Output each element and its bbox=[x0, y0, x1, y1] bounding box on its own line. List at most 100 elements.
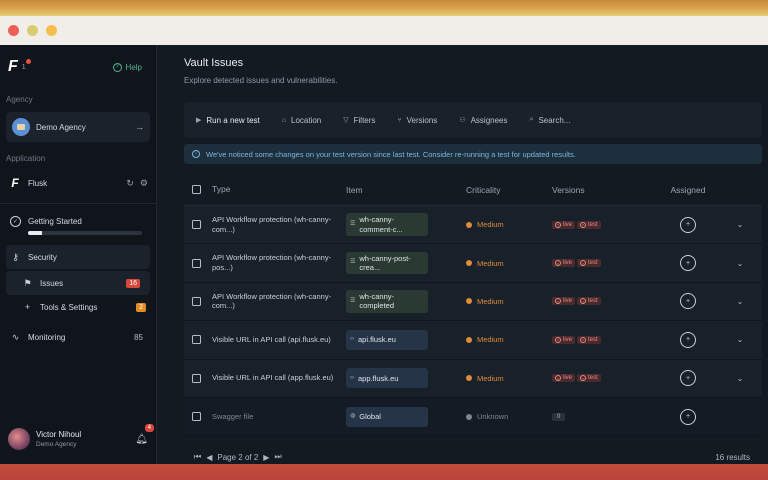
maximize-window-button[interactable] bbox=[27, 25, 38, 36]
getting-started[interactable]: ✓ Getting Started bbox=[0, 210, 156, 237]
info-icon: i bbox=[192, 150, 200, 158]
refresh-icon[interactable]: ↻ bbox=[126, 178, 134, 189]
first-page-icon[interactable]: ⏮ bbox=[194, 452, 201, 462]
table-header: Type Item Criticality Versions Assigned bbox=[184, 174, 762, 206]
location-label: Location bbox=[291, 115, 322, 125]
criticality-label: Medium bbox=[477, 373, 504, 383]
flusk-logo[interactable]: F 1 bbox=[8, 58, 35, 76]
table-row[interactable]: API Workflow protection (wh-canny-com...… bbox=[184, 206, 762, 245]
sidebar-item-security[interactable]: ⚷ Security bbox=[6, 245, 150, 269]
user-profile[interactable]: Victor Nihoul Demo Agency 🔔︎ 4 bbox=[0, 423, 156, 454]
x-circle-icon: × bbox=[580, 375, 587, 382]
version-tag-test: × test bbox=[577, 259, 601, 268]
notifications-button[interactable]: 🔔︎ 4 bbox=[135, 423, 154, 445]
row-checkbox[interactable] bbox=[191, 373, 201, 383]
app-name: Flusk bbox=[28, 178, 48, 188]
assign-user-button[interactable]: + bbox=[680, 255, 696, 272]
item-chip[interactable]: ◍ Global bbox=[346, 406, 428, 427]
avatar bbox=[8, 428, 30, 450]
assign-user-button[interactable]: + bbox=[680, 293, 696, 310]
version-tag-live: × live bbox=[552, 297, 576, 306]
criticality-label: Medium bbox=[477, 335, 504, 345]
assignees-filter[interactable]: ⚇ Assignees bbox=[459, 116, 507, 125]
run-test-button[interactable]: ▶ Run a new test bbox=[196, 116, 260, 125]
chevron-down-icon[interactable]: ⌄ bbox=[718, 335, 762, 344]
table-row[interactable]: Swagger file ◍ Global Unknown 0 + bbox=[184, 397, 762, 437]
help-button[interactable]: ? Help bbox=[112, 62, 142, 72]
filters-label: Filters bbox=[353, 115, 376, 125]
versions-filter[interactable]: ⑂ Versions bbox=[397, 116, 437, 125]
assign-user-button[interactable]: + bbox=[680, 331, 696, 348]
code-icon: ‹› bbox=[350, 374, 354, 381]
chevron-down-icon[interactable]: ⌄ bbox=[718, 220, 762, 229]
key-icon: ⚷ bbox=[12, 251, 19, 262]
x-circle-icon: × bbox=[580, 298, 587, 305]
criticality-badge: Medium bbox=[466, 297, 552, 306]
activity-icon: ∿ bbox=[11, 331, 20, 342]
row-checkbox[interactable] bbox=[191, 335, 201, 345]
bell-icon: 🔔︎ bbox=[135, 433, 148, 445]
item-chip[interactable]: ☰ wh-canny-completed bbox=[346, 290, 428, 313]
row-type: API Workflow protection (wh-canny-pos...… bbox=[212, 253, 332, 273]
filters-button[interactable]: ▽ Filters bbox=[343, 116, 375, 125]
getting-started-label: Getting Started bbox=[28, 217, 82, 226]
user-role: Demo Agency bbox=[36, 441, 77, 448]
agency-section-label: Agency bbox=[6, 95, 33, 104]
last-page-icon[interactable]: ⏭ bbox=[274, 452, 281, 462]
item-chip[interactable]: ☰ wh-canny-comment-c... bbox=[346, 213, 428, 237]
table-row[interactable]: API Workflow protection (wh-canny-pos...… bbox=[184, 244, 762, 283]
plus-icon: + bbox=[24, 302, 31, 312]
tools-label: Tools & Settings bbox=[40, 302, 98, 312]
chevron-down-icon[interactable]: ⌄ bbox=[718, 297, 762, 306]
sidebar-item-issues[interactable]: ⚑ Issues 16 bbox=[6, 271, 150, 295]
table-row[interactable]: Visible URL in API call (api.flusk.eu) ‹… bbox=[184, 321, 762, 360]
table-row[interactable]: Visible URL in API call (app.flusk.eu) ‹… bbox=[184, 359, 762, 398]
item-chip[interactable]: ☰ wh-canny-post-crea... bbox=[346, 251, 428, 275]
chevron-down-icon[interactable]: ⌄ bbox=[718, 259, 762, 268]
version-tag-test: × test bbox=[577, 220, 601, 229]
page-label: Page 2 of 2 bbox=[217, 452, 259, 462]
header-criticality[interactable]: Criticality bbox=[466, 185, 552, 195]
row-checkbox[interactable] bbox=[191, 258, 201, 268]
row-checkbox[interactable] bbox=[191, 412, 201, 422]
location-filter[interactable]: ⌂ Location bbox=[282, 116, 321, 125]
app-selector[interactable]: F Flusk ↻ ⚙ bbox=[6, 169, 150, 197]
notice-banner: i We've noticed some changes on your tes… bbox=[184, 144, 762, 164]
next-page-icon[interactable]: ▶ bbox=[263, 453, 269, 462]
sidebar-item-tools[interactable]: + Tools & Settings 2 bbox=[0, 295, 156, 319]
header-assigned[interactable]: Assigned bbox=[658, 185, 718, 195]
agency-selector[interactable]: Demo Agency → bbox=[6, 112, 150, 142]
minimize-window-button[interactable] bbox=[46, 25, 57, 36]
criticality-badge: Medium bbox=[466, 335, 552, 344]
x-circle-icon: × bbox=[555, 221, 561, 228]
row-type: Visible URL in API call (api.flusk.eu) bbox=[212, 334, 331, 344]
sidebar-item-monitoring[interactable]: ∿ Monitoring 85 bbox=[0, 325, 156, 349]
row-type: API Workflow protection (wh-canny-com...… bbox=[212, 214, 332, 234]
item-label: wh-canny-post-crea... bbox=[359, 253, 411, 273]
table-row[interactable]: API Workflow protection (wh-canny-com...… bbox=[184, 282, 762, 322]
gear-icon[interactable]: ⚙ bbox=[140, 178, 148, 189]
version-tag-zero: 0 bbox=[552, 412, 566, 421]
row-checkbox[interactable] bbox=[191, 220, 201, 230]
issues-count-badge: 16 bbox=[126, 278, 140, 288]
criticality-label: Medium bbox=[477, 220, 504, 230]
assign-user-button[interactable]: + bbox=[680, 408, 696, 425]
getting-started-progress bbox=[28, 231, 142, 235]
header-item[interactable]: Item bbox=[346, 185, 466, 195]
row-checkbox[interactable] bbox=[191, 296, 201, 306]
prev-page-icon[interactable]: ◀ bbox=[206, 453, 212, 462]
close-window-button[interactable] bbox=[8, 25, 19, 36]
versions-label: Versions bbox=[406, 115, 438, 125]
app-window: F 1 ? Help Agency Demo Agency → Applicat… bbox=[0, 16, 768, 464]
briefcase-icon bbox=[12, 118, 30, 136]
search-input[interactable]: ⌕ Search... bbox=[530, 116, 571, 125]
header-type[interactable]: Type bbox=[208, 184, 346, 195]
issues-label: Issues bbox=[40, 278, 64, 288]
assign-user-button[interactable]: + bbox=[680, 216, 696, 233]
header-versions[interactable]: Versions bbox=[552, 185, 658, 195]
select-all-checkbox[interactable] bbox=[191, 185, 201, 194]
item-chip[interactable]: ‹› app.flusk.eu bbox=[346, 368, 428, 389]
assign-user-button[interactable]: + bbox=[680, 370, 696, 387]
chevron-down-icon[interactable]: ⌄ bbox=[718, 374, 762, 383]
item-chip[interactable]: ‹› api.flusk.eu bbox=[346, 329, 428, 350]
